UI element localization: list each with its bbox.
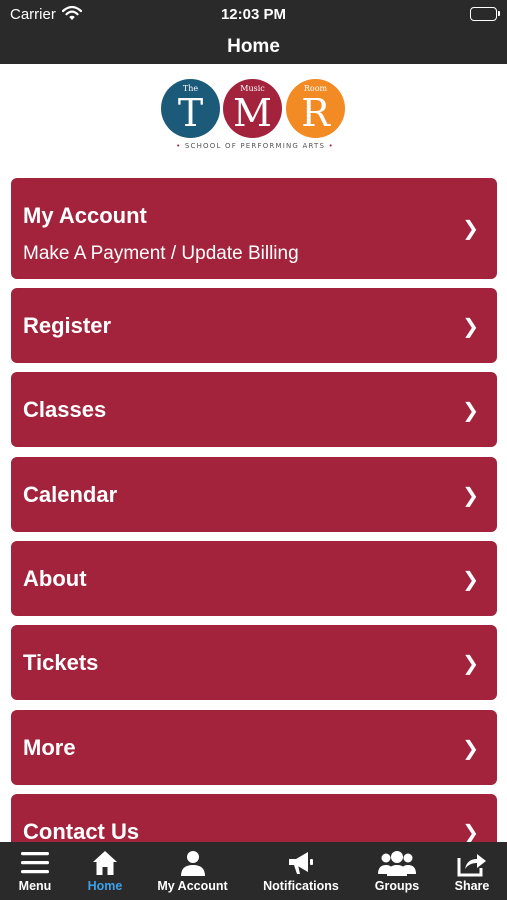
menu-about-button[interactable]: About ❯ bbox=[11, 541, 497, 616]
logo-tagline: • SCHOOL OF PERFORMING ARTS • bbox=[176, 142, 334, 150]
menu-item-sublabel: Make A Payment / Update Billing bbox=[23, 243, 299, 264]
menu-more-button[interactable]: More ❯ bbox=[11, 710, 497, 785]
menu-calendar-button[interactable]: Calendar ❯ bbox=[11, 457, 497, 532]
menu-item-label: Tickets bbox=[23, 650, 99, 675]
status-bar: Carrier 12:03 PM bbox=[0, 0, 507, 30]
tab-label: Share bbox=[454, 879, 490, 893]
menu-item-label: Calendar bbox=[23, 482, 118, 507]
tab-label: Groups bbox=[374, 879, 420, 893]
logo-circle-m: Music M bbox=[223, 79, 282, 138]
tmr-logo: The T Music M Room R • SCHOOL OF PERFORM… bbox=[160, 79, 350, 154]
chevron-right-icon: ❯ bbox=[462, 316, 479, 338]
menu-register-button[interactable]: Register ❯ bbox=[11, 288, 497, 363]
battery-icon bbox=[470, 7, 500, 21]
megaphone-icon bbox=[245, 849, 357, 879]
menu-item-label: Contact Us bbox=[23, 819, 140, 842]
menu-classes-button[interactable]: Classes ❯ bbox=[11, 372, 497, 447]
tab-home[interactable]: Home bbox=[70, 842, 140, 900]
chevron-right-icon: ❯ bbox=[462, 822, 479, 842]
chevron-right-icon: ❯ bbox=[462, 400, 479, 422]
menu-item-label: Classes bbox=[23, 397, 107, 422]
page-title: Home bbox=[0, 30, 507, 64]
tab-menu[interactable]: Menu bbox=[0, 842, 70, 900]
tab-label: My Account bbox=[157, 879, 228, 893]
hamburger-icon bbox=[0, 849, 70, 879]
share-icon bbox=[437, 849, 507, 879]
tab-my-account[interactable]: My Account bbox=[140, 842, 245, 900]
clock: 12:03 PM bbox=[220, 6, 287, 23]
menu-my-account-button[interactable]: My Account Make A Payment / Update Billi… bbox=[11, 178, 497, 279]
menu-item-label: Register bbox=[23, 313, 112, 338]
user-icon bbox=[140, 849, 245, 879]
menu-item-label: My Account bbox=[23, 203, 147, 228]
menu-item-label: More bbox=[23, 735, 76, 760]
tab-label: Menu bbox=[18, 879, 52, 893]
menu-tickets-button[interactable]: Tickets ❯ bbox=[11, 625, 497, 700]
tab-label: Notifications bbox=[263, 879, 339, 893]
chevron-right-icon: ❯ bbox=[462, 569, 479, 591]
chevron-right-icon: ❯ bbox=[462, 218, 479, 240]
group-icon bbox=[357, 849, 437, 879]
tab-bar: Menu Home My Account Notifications Group… bbox=[0, 842, 507, 900]
logo-circle-t: The T bbox=[161, 79, 220, 138]
home-content[interactable]: The T Music M Room R • SCHOOL OF PERFORM… bbox=[0, 64, 507, 842]
tab-notifications[interactable]: Notifications bbox=[245, 842, 357, 900]
chevron-right-icon: ❯ bbox=[462, 653, 479, 675]
chevron-right-icon: ❯ bbox=[462, 485, 479, 507]
chevron-right-icon: ❯ bbox=[462, 738, 479, 760]
logo-circle-r: Room R bbox=[286, 79, 345, 138]
menu-item-label: About bbox=[23, 566, 87, 591]
home-icon bbox=[70, 849, 140, 879]
tab-groups[interactable]: Groups bbox=[357, 842, 437, 900]
menu-contact-us-button[interactable]: Contact Us ❯ bbox=[11, 794, 497, 842]
tab-share[interactable]: Share bbox=[437, 842, 507, 900]
tab-label: Home bbox=[87, 879, 123, 893]
